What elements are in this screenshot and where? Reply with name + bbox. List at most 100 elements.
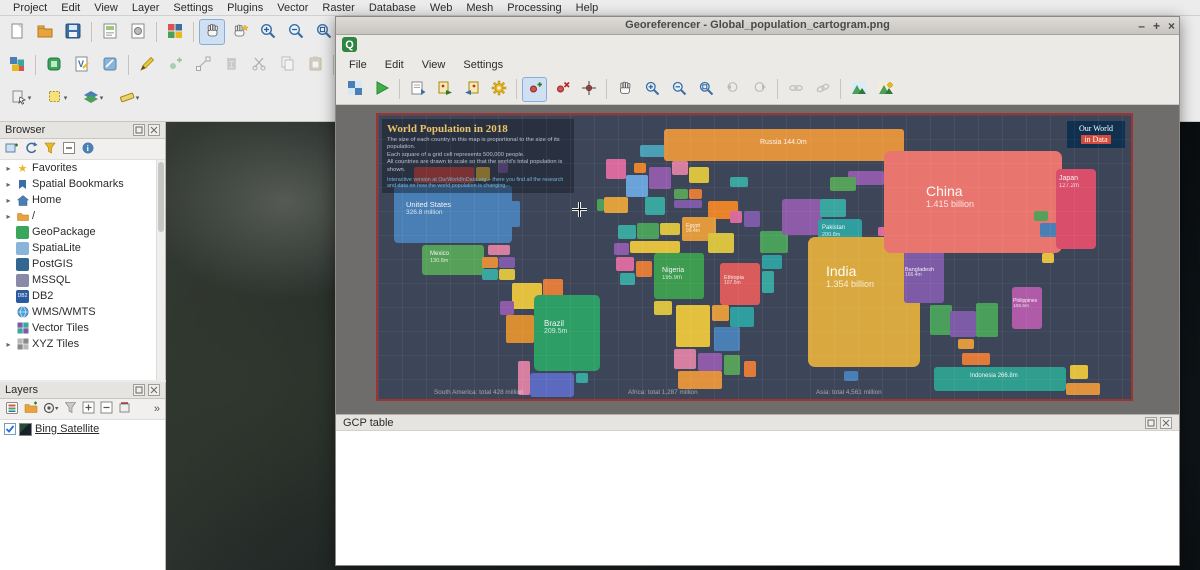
gcp-float-button[interactable] bbox=[1145, 417, 1157, 429]
browser-item-db2[interactable]: DB2DB2 bbox=[0, 288, 165, 304]
geo-zoom-to-layer-button[interactable] bbox=[693, 77, 718, 102]
layers-close-button[interactable] bbox=[148, 384, 160, 396]
expand-arrow-icon[interactable]: ▸ bbox=[4, 340, 13, 349]
gcp-table-body[interactable] bbox=[336, 430, 1179, 565]
vertex-tool-button[interactable] bbox=[190, 52, 216, 78]
zoom-in-button[interactable] bbox=[255, 19, 281, 45]
geo-zoom-last-button[interactable] bbox=[720, 77, 745, 102]
browser-item-spatial-bookmarks[interactable]: ▸Spatial Bookmarks bbox=[0, 176, 165, 192]
browser-item-wms[interactable]: WMS/WMTS bbox=[0, 304, 165, 320]
open-raster-button[interactable] bbox=[342, 77, 367, 102]
menu-vector[interactable]: Vector bbox=[270, 2, 315, 14]
browser-float-button[interactable] bbox=[133, 124, 145, 136]
new-spatialite-layer-button[interactable] bbox=[97, 52, 123, 78]
menu-plugins[interactable]: Plugins bbox=[220, 2, 270, 14]
browser-scrollbar[interactable] bbox=[156, 160, 165, 380]
load-gcp-points-button[interactable] bbox=[432, 77, 457, 102]
browser-collapse-icon[interactable] bbox=[62, 141, 76, 158]
new-project-button[interactable] bbox=[4, 19, 30, 45]
browser-item-mssql[interactable]: MSSQL bbox=[0, 272, 165, 288]
filter-legend-icon[interactable] bbox=[64, 401, 77, 417]
browser-refresh-icon[interactable] bbox=[24, 141, 38, 158]
close-button[interactable]: × bbox=[1168, 19, 1175, 33]
identify-features-button[interactable]: ▾ bbox=[4, 85, 38, 111]
datasource-manager-button[interactable] bbox=[4, 52, 30, 78]
browser-close-button[interactable] bbox=[148, 124, 160, 136]
toolbar-overflow-chevron[interactable]: » bbox=[154, 403, 160, 415]
select-features-button[interactable]: ▾ bbox=[40, 85, 74, 111]
add-feature-button[interactable] bbox=[162, 52, 188, 78]
menu-raster[interactable]: Raster bbox=[315, 2, 361, 14]
add-layer-button[interactable]: ▾ bbox=[76, 85, 110, 111]
browser-item-home[interactable]: ▸Home bbox=[0, 192, 165, 208]
geo-pan-button[interactable] bbox=[612, 77, 637, 102]
menu-settings[interactable]: Settings bbox=[166, 2, 220, 14]
browser-item-geopackage[interactable]: GeoPackage bbox=[0, 224, 165, 240]
save-gcp-points-button[interactable] bbox=[459, 77, 484, 102]
menu-project[interactable]: Project bbox=[6, 2, 54, 14]
georeferencer-canvas[interactable]: United States326.8 million Mexico130.8m … bbox=[336, 105, 1179, 414]
browser-item-xyz-tiles[interactable]: ▸XYZ Tiles bbox=[0, 336, 165, 352]
menu-edit[interactable]: Edit bbox=[54, 2, 87, 14]
zoom-out-button[interactable] bbox=[283, 19, 309, 45]
start-georeferencing-button[interactable] bbox=[369, 77, 394, 102]
copy-features-button[interactable] bbox=[274, 52, 300, 78]
zoom-full-button[interactable] bbox=[311, 19, 337, 45]
paste-features-button[interactable] bbox=[302, 52, 328, 78]
browser-item-spatialite[interactable]: SpatiaLite bbox=[0, 240, 165, 256]
browser-item-postgis[interactable]: PostGIS bbox=[0, 256, 165, 272]
local-histogram-stretch-button[interactable] bbox=[873, 77, 898, 102]
georeferencer-titlebar[interactable]: Georeferencer - Global_population_cartog… bbox=[336, 17, 1179, 35]
browser-item-root[interactable]: ▸/ bbox=[0, 208, 165, 224]
geo-menu-view[interactable]: View bbox=[413, 59, 455, 71]
add-point-button[interactable] bbox=[522, 77, 547, 102]
menu-database[interactable]: Database bbox=[362, 2, 423, 14]
geo-zoom-next-button[interactable] bbox=[747, 77, 772, 102]
layer-styling-icon[interactable] bbox=[5, 401, 19, 418]
layer-item-bing-satellite[interactable]: Bing Satellite bbox=[0, 420, 165, 438]
new-print-layout-button[interactable] bbox=[97, 19, 123, 45]
menu-layer[interactable]: Layer bbox=[125, 2, 167, 14]
browser-item-vector-tiles[interactable]: Vector Tiles bbox=[0, 320, 165, 336]
move-point-button[interactable] bbox=[576, 77, 601, 102]
layout-manager-button[interactable] bbox=[125, 19, 151, 45]
layer-checkbox[interactable] bbox=[4, 423, 16, 435]
remove-layer-icon[interactable] bbox=[118, 401, 131, 417]
maximize-button[interactable]: + bbox=[1153, 19, 1160, 33]
link-georeferencer-to-qgis-button[interactable] bbox=[783, 77, 808, 102]
full-histogram-stretch-button[interactable] bbox=[846, 77, 871, 102]
geo-menu-edit[interactable]: Edit bbox=[376, 59, 413, 71]
browser-properties-icon[interactable]: i bbox=[81, 141, 95, 158]
expand-arrow-icon[interactable]: ▸ bbox=[4, 196, 13, 205]
save-project-button[interactable] bbox=[60, 19, 86, 45]
geo-menu-settings[interactable]: Settings bbox=[454, 59, 512, 71]
geo-zoom-in-button[interactable] bbox=[639, 77, 664, 102]
browser-filter-icon[interactable] bbox=[43, 141, 57, 158]
manage-themes-icon[interactable] bbox=[43, 401, 59, 418]
browser-item-favorites[interactable]: ▸★Favorites bbox=[0, 160, 165, 176]
add-group-icon[interactable] bbox=[24, 401, 38, 418]
cut-features-button[interactable] bbox=[246, 52, 272, 78]
generate-gdal-script-button[interactable] bbox=[405, 77, 430, 102]
menu-web[interactable]: Web bbox=[423, 2, 459, 14]
new-geopackage-layer-button[interactable] bbox=[41, 52, 67, 78]
cartogram-image[interactable]: United States326.8 million Mexico130.8m … bbox=[376, 113, 1133, 401]
geo-menu-file[interactable]: File bbox=[340, 59, 376, 71]
expand-arrow-icon[interactable]: ▸ bbox=[4, 164, 13, 173]
link-qgis-to-georeferencer-button[interactable] bbox=[810, 77, 835, 102]
style-manager-button[interactable] bbox=[162, 19, 188, 45]
browser-add-layer-icon[interactable] bbox=[5, 141, 19, 158]
expand-arrow-icon[interactable]: ▸ bbox=[4, 180, 13, 189]
transformation-settings-button[interactable] bbox=[486, 77, 511, 102]
new-shapefile-layer-button[interactable]: V bbox=[69, 52, 95, 78]
menu-mesh[interactable]: Mesh bbox=[459, 2, 500, 14]
open-project-button[interactable] bbox=[32, 19, 58, 45]
menu-processing[interactable]: Processing bbox=[500, 2, 568, 14]
pan-to-selection-button[interactable] bbox=[227, 19, 253, 45]
layers-float-button[interactable] bbox=[133, 384, 145, 396]
menu-view[interactable]: View bbox=[87, 2, 125, 14]
delete-point-button[interactable] bbox=[549, 77, 574, 102]
measure-button[interactable]: ▾ bbox=[112, 85, 146, 111]
geo-zoom-out-button[interactable] bbox=[666, 77, 691, 102]
pan-map-button[interactable] bbox=[199, 19, 225, 45]
